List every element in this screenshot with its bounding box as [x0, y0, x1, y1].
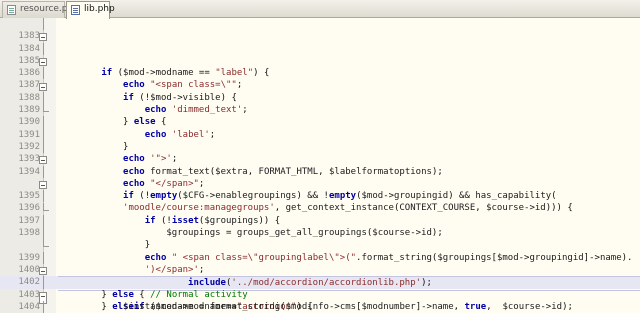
code-line: 1396 $groupings = groups_get_all_groupin…	[0, 190, 640, 238]
fold-toggle-icon[interactable]	[39, 57, 47, 66]
code-line: 1398 echo " <span class=\"groupinglabel\…	[0, 214, 640, 263]
code-line: 1401 } elseif ($mod->modname=="accordion…	[0, 264, 640, 312]
line-number: 1403	[18, 289, 40, 300]
code-line: 1392 echo format_text($extra, FORMAT_HTM…	[0, 128, 640, 177]
code-line-wrapped: 'moodle/course:managegroups', get_contex…	[0, 165, 640, 213]
fold-line	[43, 251, 44, 264]
line-number: 1404	[18, 301, 40, 312]
line-number: 1402	[18, 277, 40, 288]
code-editor[interactable]: 1383 1384 if ($mod->modname == "label") …	[0, 18, 640, 313]
code-line: 1391 echo '">';	[0, 116, 640, 164]
fold-line	[43, 91, 44, 105]
fold-toggle-icon[interactable]	[39, 267, 47, 275]
fold-line	[43, 276, 44, 289]
code-line: 1402 include('../mod/accordion/accordion…	[0, 276, 640, 291]
fold-line	[43, 18, 44, 31]
fold-line	[43, 190, 44, 203]
code-line: 1383	[0, 18, 640, 41]
code-line: 1385 echo "<span class=\"";	[0, 42, 640, 90]
fold-line	[43, 227, 44, 240]
fold-toggle-icon[interactable]	[39, 82, 47, 91]
fold-end	[43, 104, 49, 113]
tab-label: lib.php	[84, 4, 115, 14]
fold-line	[43, 42, 44, 55]
code-line: 1395 if (!isset($groupings)) {	[0, 178, 640, 226]
code-line: 1386 if (!$mod->visible) {	[0, 55, 640, 103]
fold-toggle-icon[interactable]	[39, 33, 47, 42]
code-line: 1397 }	[0, 202, 640, 250]
code-text: } else { // Normal activity	[58, 289, 248, 300]
code-line: 1393 echo "</span>";	[0, 141, 640, 189]
code-line: 1404 $instancename = format_string($modi…	[0, 300, 640, 313]
code-line: 1400	[0, 251, 640, 275]
fold-toggle-icon[interactable]	[39, 156, 47, 165]
fold-line	[43, 300, 44, 313]
code-line: 1399 }	[0, 239, 640, 287]
fold-end	[43, 202, 49, 211]
fold-toggle-icon[interactable]	[39, 180, 47, 189]
fold-line	[43, 165, 44, 178]
code-line: 1394 if (!empty($CFG->enablegroupings) &…	[0, 153, 640, 201]
fold-line	[43, 67, 44, 80]
fold-line	[43, 116, 44, 129]
fold-line	[43, 128, 44, 141]
code-text: $instancename = format_string($modinfo->…	[123, 301, 573, 312]
tab-bar: resource.php lib.php	[0, 0, 640, 19]
tab-lib-php[interactable]: lib.php	[66, 1, 115, 19]
code-line: 1384 if ($mod->modname == "label") {	[0, 30, 640, 78]
code-line: 1403 } else { // Normal activity	[0, 289, 640, 304]
fold-end	[43, 239, 49, 248]
php-file-icon	[7, 5, 16, 15]
code-line: 1390 }	[0, 104, 640, 152]
fold-line	[43, 141, 44, 154]
code-line: 1388 } else {	[0, 80, 640, 127]
fold-line	[43, 214, 44, 228]
code-line-wrapped: ')</span>';	[0, 227, 640, 275]
code-line: 1389 echo 'label';	[0, 91, 640, 140]
php-file-icon	[71, 5, 80, 15]
tab-resource-php[interactable]: resource.php	[2, 1, 79, 18]
code-line: 1387 echo 'dimmed_text';	[0, 67, 640, 115]
